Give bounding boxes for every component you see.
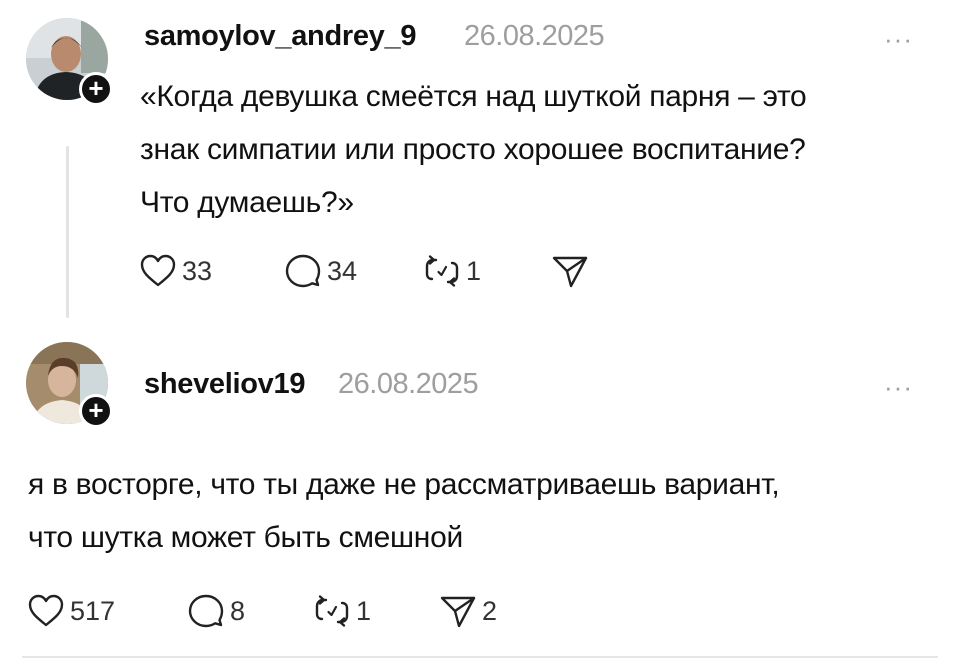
comment-bubble-icon	[285, 254, 321, 288]
comment-count: 8	[230, 595, 246, 626]
repost-count: 1	[356, 595, 372, 626]
post-date: 26.08.2025	[464, 20, 605, 52]
post-username[interactable]: samoylov_andrey_9	[144, 20, 416, 53]
follow-plus-icon[interactable]: +	[79, 72, 113, 106]
repost-icon	[425, 255, 459, 287]
heart-icon	[28, 594, 64, 627]
thread-connector-line	[66, 146, 69, 318]
post-text-line: знак симпатии или просто хорошее воспита…	[140, 133, 806, 166]
heart-icon	[140, 254, 176, 287]
comment-bubble-icon	[188, 594, 224, 628]
post-divider	[22, 656, 938, 658]
post-username[interactable]: sheveliov19	[144, 368, 305, 401]
post-date: 26.08.2025	[338, 368, 479, 400]
more-options-icon[interactable]: ···	[884, 26, 913, 52]
share-count: 2	[482, 595, 498, 626]
repost-button[interactable]: 1	[424, 254, 481, 288]
share-button[interactable]: 2	[440, 594, 497, 628]
comment-button[interactable]: 8	[188, 594, 245, 628]
more-options-icon[interactable]: ···	[884, 374, 913, 400]
post-text-line: «Когда девушка смеётся над шуткой парня …	[140, 80, 807, 113]
repost-button[interactable]: 1	[314, 594, 371, 628]
post-text-line: что шутка может быть смешной	[28, 521, 463, 554]
like-button[interactable]: 33	[140, 254, 212, 288]
like-count: 517	[70, 595, 116, 626]
like-button[interactable]: 517	[28, 594, 115, 628]
repost-count: 1	[466, 255, 482, 286]
post-body: я в восторге, что ты даже не рассматрива…	[28, 458, 780, 564]
like-count: 33	[182, 255, 213, 286]
comment-count: 34	[327, 255, 358, 286]
send-icon	[440, 596, 476, 628]
post-body: «Когда девушка смеётся над шуткой парня …	[140, 70, 807, 229]
share-button[interactable]	[552, 254, 594, 288]
post-text-line: Что думаешь?»	[140, 186, 354, 219]
comment-button[interactable]: 34	[285, 254, 357, 288]
send-icon	[552, 256, 588, 288]
follow-plus-icon[interactable]: +	[79, 394, 113, 428]
post-text-line: я в восторге, что ты даже не рассматрива…	[28, 468, 780, 501]
repost-icon	[315, 595, 349, 627]
